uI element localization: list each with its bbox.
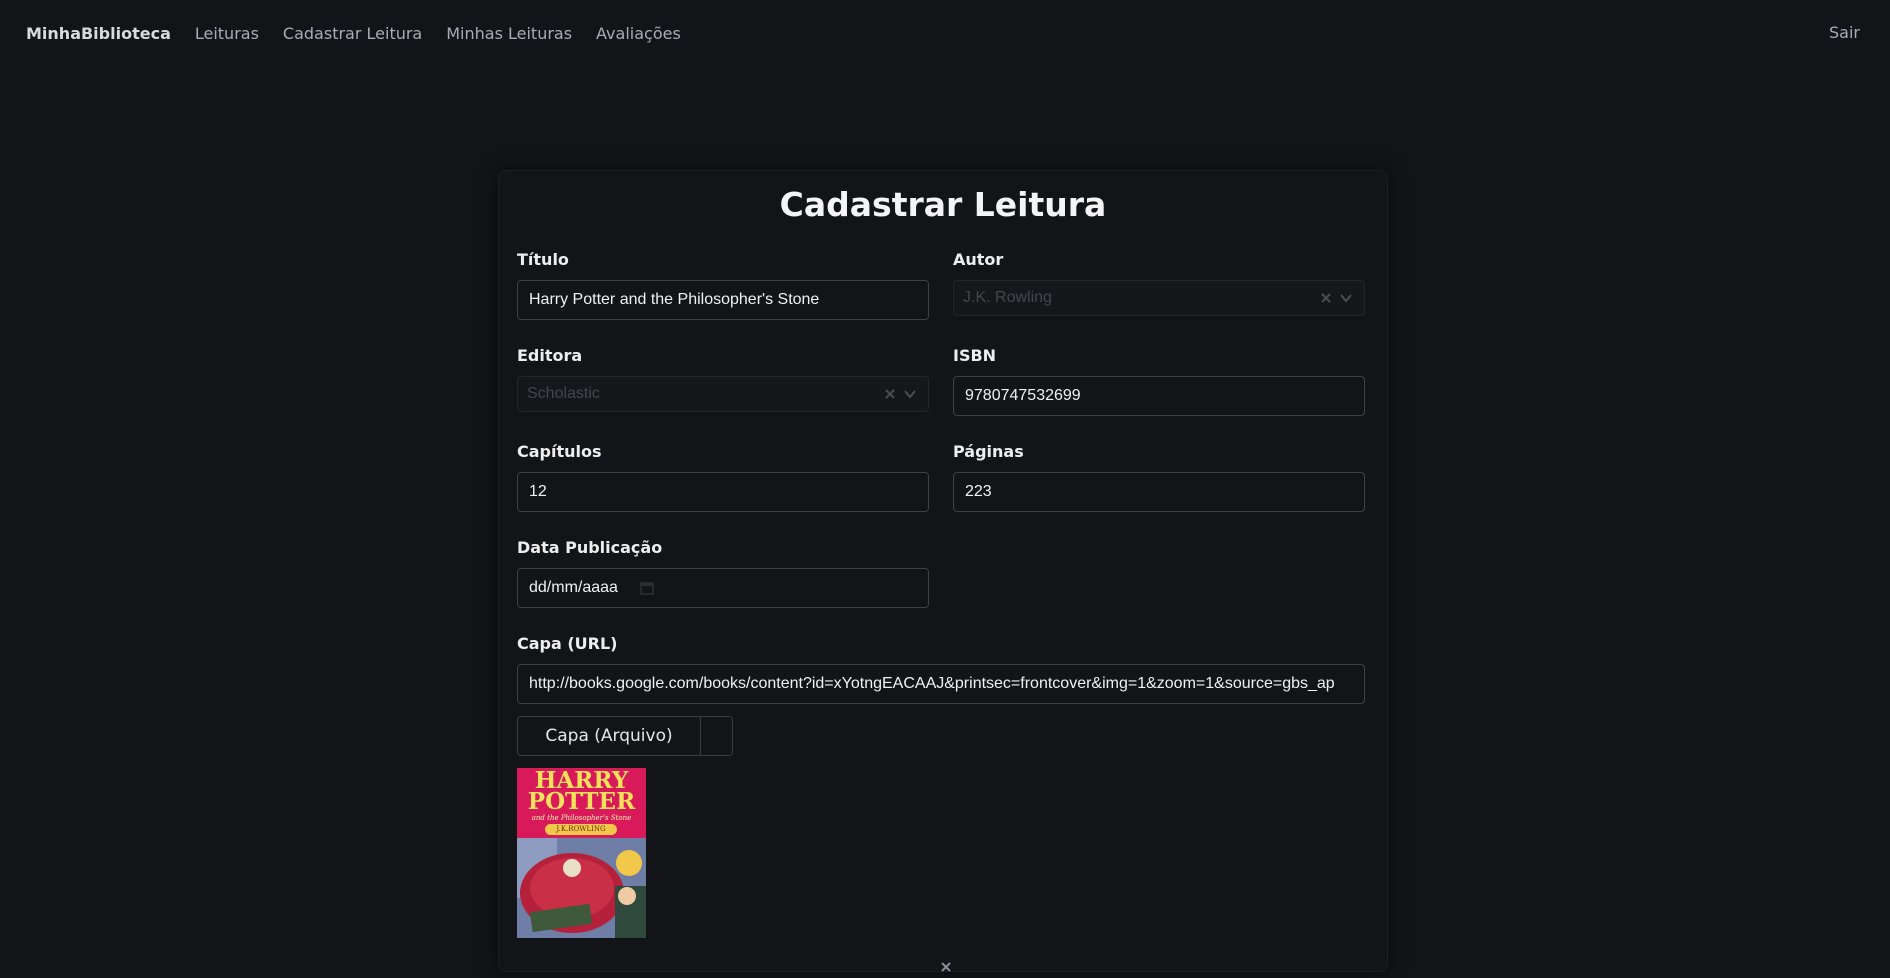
clear-icon xyxy=(881,385,899,403)
close-icon[interactable] xyxy=(939,959,953,973)
nav-links: Leituras Cadastrar Leitura Minhas Leitur… xyxy=(195,24,705,43)
register-reading-card: Cadastrar Leitura Título Harry Potter an… xyxy=(498,170,1388,972)
autor-value: J.K. Rowling xyxy=(963,289,1052,306)
autor-select: J.K. Rowling xyxy=(953,280,1365,316)
cover-image: HARRY POTTER and the Philosopher's Stone… xyxy=(517,768,646,938)
calendar-icon[interactable] xyxy=(640,581,654,595)
capa-arquivo-button[interactable]: Capa (Arquivo) xyxy=(517,716,733,756)
capitulos-input[interactable]: 12 xyxy=(517,472,929,512)
paginas-input[interactable]: 223 xyxy=(953,472,1365,512)
data-publicacao-input[interactable]: dd/mm/aaaa xyxy=(517,568,929,608)
nav-link-avaliacoes[interactable]: Avaliações xyxy=(596,24,681,43)
brand-link[interactable]: MinhaBiblioteca xyxy=(26,24,171,43)
capitulos-label: Capítulos xyxy=(517,442,602,461)
clear-icon xyxy=(1317,289,1335,307)
nav-link-cadastrar-leitura[interactable]: Cadastrar Leitura xyxy=(283,24,422,43)
cover-illustration xyxy=(517,838,646,938)
editora-select: Scholastic xyxy=(517,376,929,412)
date-placeholder: dd/mm/aaaa xyxy=(529,579,618,596)
capa-arquivo-label: Capa (Arquivo) xyxy=(545,726,673,746)
nav-link-leituras[interactable]: Leituras xyxy=(195,24,259,43)
capa-url-input[interactable]: http://books.google.com/books/content?id… xyxy=(517,664,1365,704)
titulo-label: Título xyxy=(517,250,569,269)
isbn-label: ISBN xyxy=(953,346,997,365)
chevron-down-icon xyxy=(1337,289,1355,307)
nav-link-minhas-leituras[interactable]: Minhas Leituras xyxy=(446,24,572,43)
isbn-input[interactable]: 9780747532699 xyxy=(953,376,1365,416)
page-title: Cadastrar Leitura xyxy=(779,185,1107,224)
editora-value: Scholastic xyxy=(527,385,600,402)
capa-url-label: Capa (URL) xyxy=(517,634,618,653)
divider xyxy=(700,717,701,755)
chevron-down-icon xyxy=(901,385,919,403)
data-publicacao-label: Data Publicação xyxy=(517,538,663,557)
paginas-label: Páginas xyxy=(953,442,1024,461)
navbar: MinhaBiblioteca Leituras Cadastrar Leitu… xyxy=(0,0,1890,66)
logout-link[interactable]: Sair xyxy=(1829,23,1860,42)
editora-label: Editora xyxy=(517,346,583,365)
titulo-input[interactable]: Harry Potter and the Philosopher's Stone xyxy=(517,280,929,320)
autor-label: Autor xyxy=(953,250,1004,269)
